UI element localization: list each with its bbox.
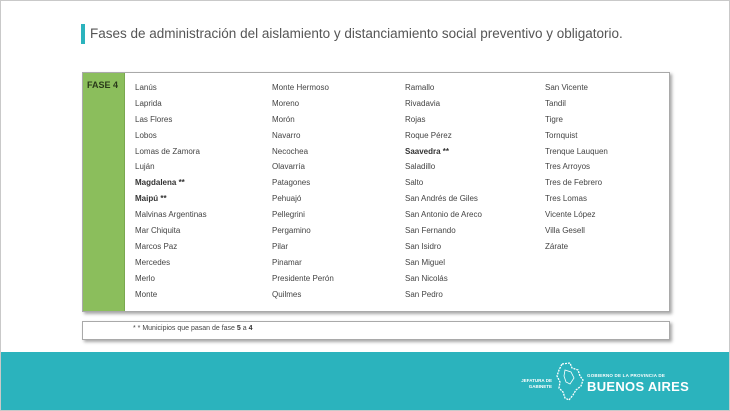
- municipality-item: Rojas: [405, 114, 426, 124]
- gov-small-text: GOBIERNO DE LA PROVINCIA DE: [587, 373, 666, 378]
- province-map-icon: [556, 362, 584, 401]
- municipality-item: San Vicente: [545, 83, 588, 92]
- municipality-item: Las Flores: [135, 114, 173, 124]
- municipality-item: Villa Gesell: [545, 226, 585, 236]
- municipality-item: San Fernando: [405, 226, 456, 236]
- municipality-column-2: Monte Hermoso Moreno Morón Navarro Necochea O…: [272, 80, 334, 302]
- municipality-item: San Isidro: [405, 241, 442, 251]
- gov-big-text: BUENOS AIRES: [587, 379, 690, 394]
- municipality-item: Pinamar: [272, 257, 302, 267]
- municipality-item: Merlo: [135, 273, 156, 283]
- footnote: * * Municipios que pasan de fase 5 a 4: [133, 325, 253, 332]
- jefatura-line-2: GABINETE: [528, 383, 552, 389]
- municipality-item: Laprida: [135, 98, 162, 108]
- title-accent-bar: [81, 24, 85, 44]
- municipality-item: Tres Lomas: [545, 194, 587, 204]
- municipality-item: Mar Chiquita: [135, 226, 181, 236]
- municipality-item: San Pedro: [405, 289, 443, 299]
- municipality-item: Zárate: [545, 241, 569, 251]
- municipality-item: Roque Pérez: [405, 130, 452, 140]
- footnote-prefix: * * Municipios que pasan de fase: [133, 325, 235, 332]
- municipality-item: Pergamino: [272, 226, 311, 236]
- municipality-item: Tigre: [545, 114, 563, 124]
- municipality-item: Pehuajó: [272, 194, 302, 204]
- footnote-to-phase: 4: [248, 325, 253, 332]
- municipality-item: Presidente Perón: [272, 273, 334, 283]
- municipality-item: Monte: [135, 289, 158, 299]
- municipality-item: Tres de Febrero: [545, 178, 603, 188]
- phase-label: FASE 4: [87, 80, 119, 90]
- footnote-from-phase: 5: [236, 325, 241, 332]
- municipality-item: Maipú **: [135, 194, 167, 204]
- municipality-item: Lanús: [135, 83, 157, 92]
- municipality-item: Ramallo: [405, 83, 435, 92]
- municipality-item: Navarro: [272, 130, 301, 140]
- footnote-connector: a: [242, 325, 247, 332]
- municipality-item: Luján: [135, 162, 155, 172]
- municipality-item: Tandil: [545, 98, 566, 108]
- phase-table: FASE 4 Lanús Laprida Las Flores Lobos Lomas …: [82, 72, 670, 312]
- municipality-item: Marcos Paz: [135, 241, 178, 251]
- municipality-item: Lomas de Zamora: [135, 146, 200, 156]
- municipality-item: Patagones: [272, 178, 311, 188]
- municipality-column-1: Lanús Laprida Las Flores Lobos Lomas de Zamo…: [135, 80, 207, 302]
- phase-cell: FASE 4: [83, 73, 125, 311]
- municipality-item: San Andrés de Giles: [405, 194, 478, 204]
- municipality-item: Tornquist: [545, 130, 578, 140]
- footer-band: JEFATURA DE GABINETE GOBIERNO DE LA PROV…: [1, 352, 729, 410]
- municipality-item: Rivadavia: [405, 98, 441, 108]
- municipality-item: Saavedra **: [405, 146, 450, 156]
- municipality-item: Saladillo: [405, 162, 436, 172]
- municipality-column-3: Ramallo Rivadavia Rojas Roque Pérez Saavedra…: [405, 80, 482, 302]
- municipality-item: San Antonio de Areco: [405, 210, 482, 220]
- municipality-item: Magdalena **: [135, 178, 185, 188]
- municipality-item: Quilmes: [272, 289, 302, 299]
- municipality-item: San Miguel: [405, 257, 446, 267]
- municipality-item: Necochea: [272, 146, 309, 156]
- municipality-item: Tres Arroyos: [545, 162, 591, 172]
- municipality-item: Mercedes: [135, 257, 171, 267]
- municipality-item: Olavarría: [272, 162, 305, 172]
- municipality-item: Malvinas Argentinas: [135, 210, 207, 220]
- municipality-item: Morón: [272, 114, 295, 124]
- page-title: Fases de administración del aislamiento …: [90, 26, 623, 41]
- municipality-item: Monte Hermoso: [272, 83, 329, 92]
- footnote-box: * * Municipios que pasan de fase 5 a 4: [82, 321, 670, 340]
- jefatura-logo-text: JEFATURA DE GABINETE: [508, 378, 552, 389]
- municipality-item: Salto: [405, 178, 424, 188]
- municipality-item: Pilar: [272, 241, 289, 251]
- municipality-item: Trenque Lauquen: [545, 146, 608, 156]
- municipality-item: Pellegrini: [272, 210, 305, 220]
- municipality-item: Lobos: [135, 130, 157, 140]
- municipality-item: San Nicolás: [405, 273, 448, 283]
- municipality-item: Vicente López: [545, 210, 596, 220]
- municipality-column-4: San Vicente Tandil Tigre Tornquist Trenque L…: [545, 80, 608, 255]
- municipality-item: Moreno: [272, 98, 300, 108]
